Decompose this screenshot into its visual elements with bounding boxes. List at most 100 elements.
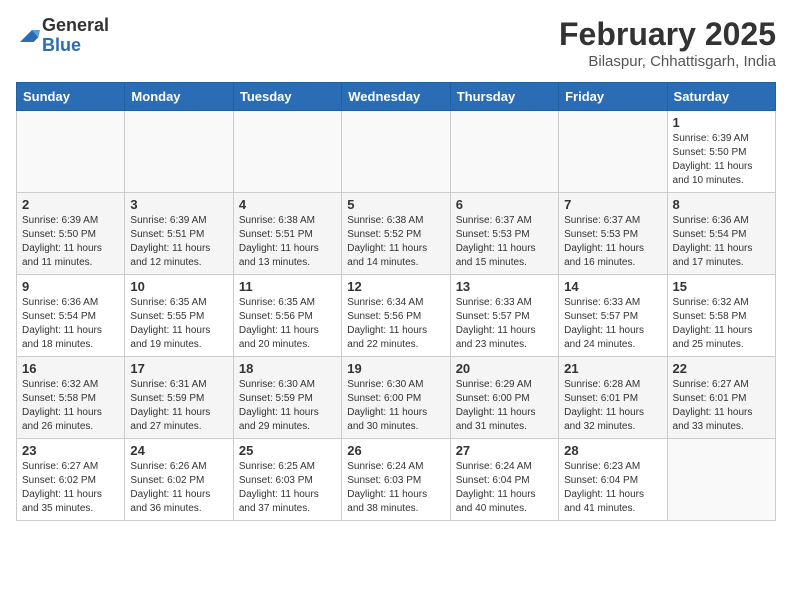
day-number: 15	[673, 279, 770, 294]
calendar-cell: 1Sunrise: 6:39 AM Sunset: 5:50 PM Daylig…	[667, 111, 775, 193]
day-number: 22	[673, 361, 770, 376]
calendar-cell: 5 Sunrise: 6:38 AM Sunset: 5:52 PM Daylig…	[342, 193, 450, 275]
calendar-cell: 2 Sunrise: 6:39 AM Sunset: 5:50 PM Daylig…	[17, 193, 125, 275]
calendar-cell: 17 Sunrise: 6:31 AM Sunset: 5:59 PM Dayli…	[125, 357, 233, 439]
calendar-cell: 8Sunrise: 6:36 AM Sunset: 5:54 PM Daylig…	[667, 193, 775, 275]
day-number: 4	[239, 197, 336, 212]
day-number: 14	[564, 279, 661, 294]
day-info: Sunrise: 6:37 AM Sunset: 5:53 PM Dayligh…	[456, 214, 553, 270]
calendar-cell	[233, 111, 341, 193]
calendar-cell: 15Sunrise: 6:32 AM Sunset: 5:58 PM Dayli…	[667, 275, 775, 357]
day-info: Sunrise: 6:31 AM Sunset: 5:59 PM Dayligh…	[130, 378, 227, 434]
day-number: 7	[564, 197, 661, 212]
calendar-cell: 14Sunrise: 6:33 AM Sunset: 5:57 PM Dayli…	[559, 275, 667, 357]
day-info: Sunrise: 6:36 AM Sunset: 5:54 PM Dayligh…	[22, 296, 119, 352]
day-number: 3	[130, 197, 227, 212]
logo: General Blue	[16, 16, 109, 56]
weekday-header-wednesday: Wednesday	[342, 83, 450, 111]
calendar-week-row: 23 Sunrise: 6:27 AM Sunset: 6:02 PM Dayli…	[17, 439, 776, 521]
day-number: 2	[22, 197, 119, 212]
day-info: Sunrise: 6:28 AM Sunset: 6:01 PM Dayligh…	[564, 378, 661, 434]
day-info: Sunrise: 6:26 AM Sunset: 6:02 PM Dayligh…	[130, 460, 227, 516]
calendar-cell: 13 Sunrise: 6:33 AM Sunset: 5:57 PM Dayli…	[450, 275, 558, 357]
calendar-cell	[17, 111, 125, 193]
calendar-cell: 24 Sunrise: 6:26 AM Sunset: 6:02 PM Dayli…	[125, 439, 233, 521]
calendar-cell: 9 Sunrise: 6:36 AM Sunset: 5:54 PM Daylig…	[17, 275, 125, 357]
month-year-title: February 2025	[559, 16, 776, 53]
logo-blue-text: Blue	[42, 36, 109, 56]
calendar-cell: 4 Sunrise: 6:38 AM Sunset: 5:51 PM Daylig…	[233, 193, 341, 275]
day-info: Sunrise: 6:24 AM Sunset: 6:03 PM Dayligh…	[347, 460, 444, 516]
day-number: 21	[564, 361, 661, 376]
day-number: 10	[130, 279, 227, 294]
day-info: Sunrise: 6:30 AM Sunset: 5:59 PM Dayligh…	[239, 378, 336, 434]
logo-general-text: General	[42, 16, 109, 36]
calendar-cell: 7Sunrise: 6:37 AM Sunset: 5:53 PM Daylig…	[559, 193, 667, 275]
weekday-header-thursday: Thursday	[450, 83, 558, 111]
weekday-header-saturday: Saturday	[667, 83, 775, 111]
calendar-week-row: 16Sunrise: 6:32 AM Sunset: 5:58 PM Dayli…	[17, 357, 776, 439]
weekday-header-friday: Friday	[559, 83, 667, 111]
day-number: 25	[239, 443, 336, 458]
day-info: Sunrise: 6:35 AM Sunset: 5:56 PM Dayligh…	[239, 296, 336, 352]
calendar-cell	[667, 439, 775, 521]
calendar-cell	[559, 111, 667, 193]
day-info: Sunrise: 6:29 AM Sunset: 6:00 PM Dayligh…	[456, 378, 553, 434]
day-info: Sunrise: 6:27 AM Sunset: 6:01 PM Dayligh…	[673, 378, 770, 434]
day-number: 23	[22, 443, 119, 458]
calendar-table: SundayMondayTuesdayWednesdayThursdayFrid…	[16, 82, 776, 521]
calendar-cell: 6 Sunrise: 6:37 AM Sunset: 5:53 PM Daylig…	[450, 193, 558, 275]
day-number: 18	[239, 361, 336, 376]
day-info: Sunrise: 6:33 AM Sunset: 5:57 PM Dayligh…	[456, 296, 553, 352]
day-info: Sunrise: 6:39 AM Sunset: 5:51 PM Dayligh…	[130, 214, 227, 270]
day-number: 12	[347, 279, 444, 294]
calendar-cell	[342, 111, 450, 193]
day-number: 8	[673, 197, 770, 212]
day-info: Sunrise: 6:27 AM Sunset: 6:02 PM Dayligh…	[22, 460, 119, 516]
day-number: 24	[130, 443, 227, 458]
calendar-cell: 27 Sunrise: 6:24 AM Sunset: 6:04 PM Dayli…	[450, 439, 558, 521]
calendar-week-row: 9 Sunrise: 6:36 AM Sunset: 5:54 PM Daylig…	[17, 275, 776, 357]
day-number: 27	[456, 443, 553, 458]
day-number: 20	[456, 361, 553, 376]
calendar-week-row: 2 Sunrise: 6:39 AM Sunset: 5:50 PM Daylig…	[17, 193, 776, 275]
weekday-header-row: SundayMondayTuesdayWednesdayThursdayFrid…	[17, 83, 776, 111]
day-number: 9	[22, 279, 119, 294]
day-number: 11	[239, 279, 336, 294]
weekday-header-monday: Monday	[125, 83, 233, 111]
day-info: Sunrise: 6:35 AM Sunset: 5:55 PM Dayligh…	[130, 296, 227, 352]
day-number: 13	[456, 279, 553, 294]
title-block: February 2025 Bilaspur, Chhattisgarh, In…	[559, 16, 776, 70]
day-info: Sunrise: 6:38 AM Sunset: 5:51 PM Dayligh…	[239, 214, 336, 270]
day-number: 5	[347, 197, 444, 212]
day-info: Sunrise: 6:32 AM Sunset: 5:58 PM Dayligh…	[22, 378, 119, 434]
calendar-header: SundayMondayTuesdayWednesdayThursdayFrid…	[17, 83, 776, 111]
calendar-cell	[450, 111, 558, 193]
day-number: 1	[673, 115, 770, 130]
calendar-week-row: 1Sunrise: 6:39 AM Sunset: 5:50 PM Daylig…	[17, 111, 776, 193]
calendar-cell: 16Sunrise: 6:32 AM Sunset: 5:58 PM Dayli…	[17, 357, 125, 439]
calendar-cell: 22 Sunrise: 6:27 AM Sunset: 6:01 PM Dayli…	[667, 357, 775, 439]
calendar-cell: 18 Sunrise: 6:30 AM Sunset: 5:59 PM Dayli…	[233, 357, 341, 439]
calendar-cell: 26 Sunrise: 6:24 AM Sunset: 6:03 PM Dayli…	[342, 439, 450, 521]
calendar-cell: 3 Sunrise: 6:39 AM Sunset: 5:51 PM Daylig…	[125, 193, 233, 275]
calendar-cell: 20 Sunrise: 6:29 AM Sunset: 6:00 PM Dayli…	[450, 357, 558, 439]
location-subtitle: Bilaspur, Chhattisgarh, India	[559, 53, 776, 70]
day-info: Sunrise: 6:24 AM Sunset: 6:04 PM Dayligh…	[456, 460, 553, 516]
day-number: 19	[347, 361, 444, 376]
calendar-cell: 28Sunrise: 6:23 AM Sunset: 6:04 PM Dayli…	[559, 439, 667, 521]
day-info: Sunrise: 6:39 AM Sunset: 5:50 PM Dayligh…	[22, 214, 119, 270]
day-info: Sunrise: 6:38 AM Sunset: 5:52 PM Dayligh…	[347, 214, 444, 270]
calendar-cell: 25 Sunrise: 6:25 AM Sunset: 6:03 PM Dayli…	[233, 439, 341, 521]
day-number: 26	[347, 443, 444, 458]
calendar-cell: 12Sunrise: 6:34 AM Sunset: 5:56 PM Dayli…	[342, 275, 450, 357]
day-info: Sunrise: 6:25 AM Sunset: 6:03 PM Dayligh…	[239, 460, 336, 516]
calendar-cell	[125, 111, 233, 193]
calendar-cell: 10 Sunrise: 6:35 AM Sunset: 5:55 PM Dayli…	[125, 275, 233, 357]
calendar-cell: 21 Sunrise: 6:28 AM Sunset: 6:01 PM Dayli…	[559, 357, 667, 439]
calendar-cell: 11 Sunrise: 6:35 AM Sunset: 5:56 PM Dayli…	[233, 275, 341, 357]
day-number: 6	[456, 197, 553, 212]
calendar-cell: 19Sunrise: 6:30 AM Sunset: 6:00 PM Dayli…	[342, 357, 450, 439]
day-number: 17	[130, 361, 227, 376]
logo-icon	[16, 26, 40, 46]
